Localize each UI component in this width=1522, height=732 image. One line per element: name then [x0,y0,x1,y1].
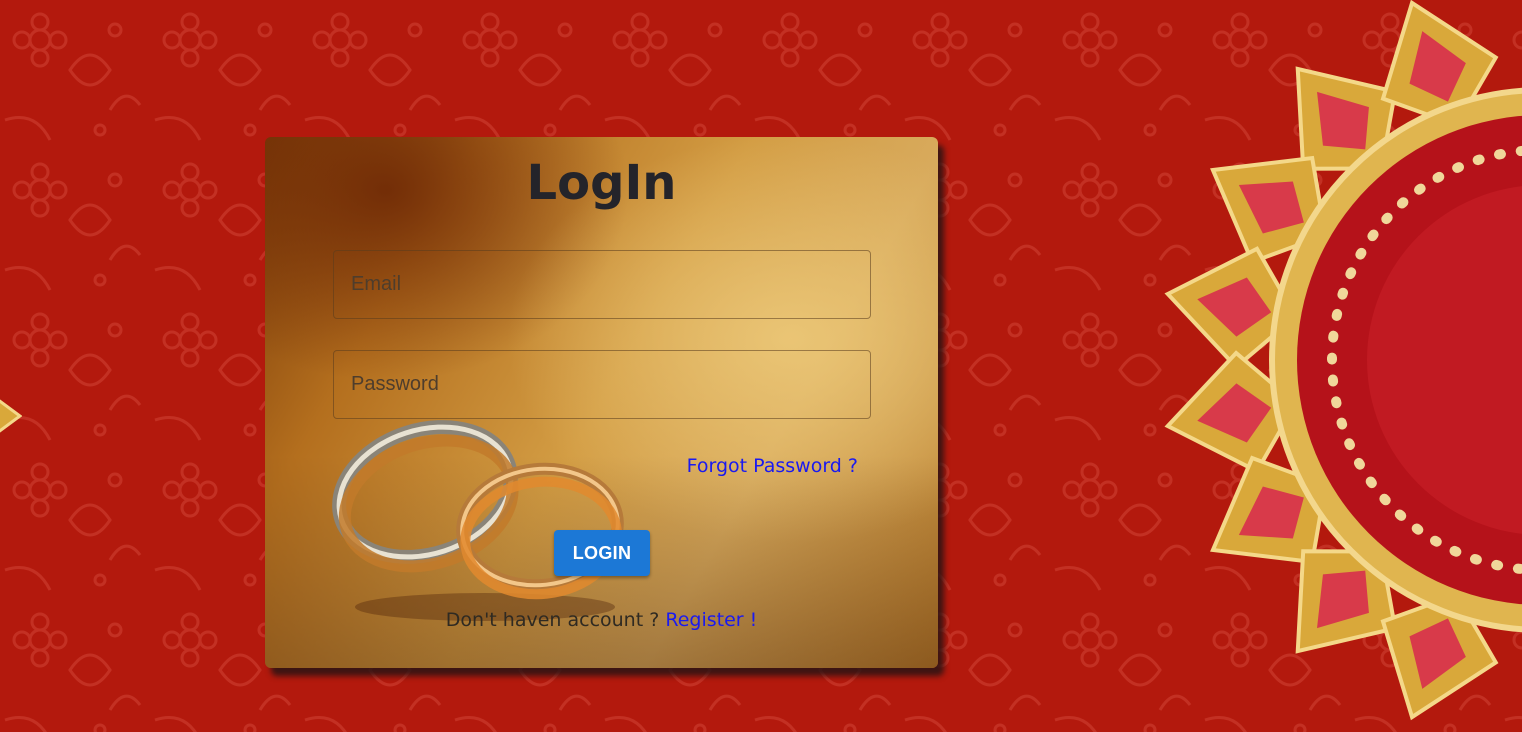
register-prompt: Don't haven account ? Register ! [265,609,938,631]
email-input[interactable] [333,250,871,319]
login-page: LogIn Forgot Password ? LOGIN Don't have… [0,0,1522,732]
page-title: LogIn [526,155,677,211]
register-link[interactable]: Register ! [665,609,757,631]
wedding-rings-icon [332,420,624,621]
forgot-password-link[interactable]: Forgot Password ? [687,455,858,477]
password-input[interactable] [333,350,871,419]
login-button[interactable]: LOGIN [554,530,650,576]
login-card: LogIn Forgot Password ? LOGIN Don't have… [265,137,938,668]
no-account-text: Don't haven account ? [445,609,660,631]
mandala-ornament-icon [1164,0,1522,721]
ornament-fragment-icon [0,399,22,433]
